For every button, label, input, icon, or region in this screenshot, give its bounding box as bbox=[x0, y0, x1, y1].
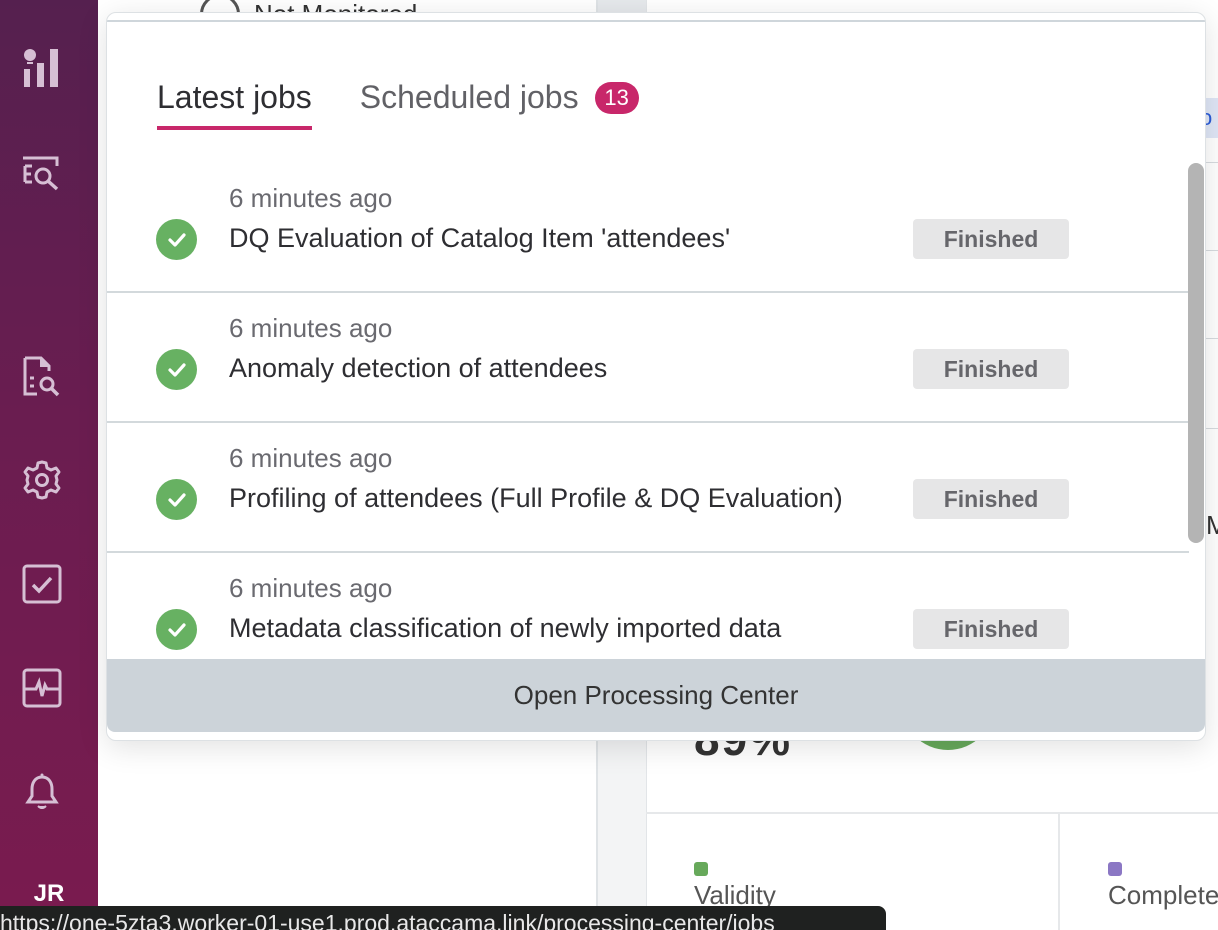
sidebar-item-catalog[interactable] bbox=[21, 152, 63, 194]
open-processing-center-button[interactable]: Open Processing Center bbox=[107, 659, 1205, 732]
job-item[interactable]: 6 minutes ago DQ Evaluation of Catalog I… bbox=[107, 163, 1189, 293]
job-time: 6 minutes ago bbox=[229, 443, 393, 473]
background-gutter-top bbox=[598, 0, 646, 12]
tab-scheduled-jobs[interactable]: Scheduled jobs 13 bbox=[360, 79, 639, 130]
jobs-list: 6 minutes ago DQ Evaluation of Catalog I… bbox=[107, 163, 1189, 683]
success-check-icon bbox=[156, 479, 197, 520]
success-check-icon bbox=[156, 219, 197, 260]
catalog-search-icon bbox=[23, 156, 59, 191]
success-check-icon bbox=[156, 349, 197, 390]
tab-scheduled-jobs-label: Scheduled jobs bbox=[359, 79, 579, 115]
legend-swatch-completeness bbox=[1108, 862, 1122, 876]
lightbulb-chart-icon bbox=[24, 49, 58, 87]
document-search-icon bbox=[23, 356, 60, 397]
job-time: 6 minutes ago bbox=[229, 183, 393, 213]
sidebar-item-settings[interactable] bbox=[21, 459, 63, 501]
job-item[interactable]: 6 minutes ago Anomaly detection of atten… bbox=[107, 293, 1189, 423]
tab-latest-jobs-label: Latest jobs bbox=[157, 79, 312, 115]
success-check-icon bbox=[156, 609, 197, 650]
job-status-badge: Finished bbox=[913, 479, 1069, 519]
section-divider bbox=[646, 812, 1218, 814]
job-time: 6 minutes ago bbox=[229, 313, 393, 343]
job-title[interactable]: Metadata classification of newly importe… bbox=[229, 613, 781, 644]
job-status-badge: Finished bbox=[913, 609, 1069, 649]
job-status-badge: Finished bbox=[913, 219, 1069, 259]
job-time: 6 minutes ago bbox=[229, 573, 393, 603]
job-title[interactable]: Anomaly detection of attendees bbox=[229, 353, 607, 384]
sidebar: JR bbox=[0, 0, 98, 930]
jobs-popup: Latest jobs Scheduled jobs 13 6 minutes … bbox=[106, 12, 1206, 741]
scheduled-jobs-count-badge: 13 bbox=[594, 81, 639, 114]
job-status-badge: Finished bbox=[913, 349, 1069, 389]
tab-latest-jobs[interactable]: Latest jobs bbox=[157, 79, 312, 130]
legend-label-completeness: Completeness bbox=[1108, 880, 1218, 910]
jobs-list-scrollbar[interactable] bbox=[1188, 163, 1204, 543]
job-title[interactable]: Profiling of attendees (Full Profile & D… bbox=[229, 483, 843, 514]
background-text-fragment: M bbox=[1206, 510, 1218, 540]
legend-swatch-validity bbox=[694, 862, 708, 876]
sidebar-item-notifications[interactable] bbox=[21, 771, 63, 813]
job-title[interactable]: DQ Evaluation of Catalog Item 'attendees… bbox=[229, 223, 730, 254]
checkbox-icon bbox=[22, 564, 62, 604]
bell-icon bbox=[25, 773, 59, 809]
jobs-tabs: Latest jobs Scheduled jobs 13 bbox=[157, 79, 639, 130]
sidebar-item-tasks[interactable] bbox=[21, 563, 63, 605]
legend-divider bbox=[1058, 814, 1060, 930]
popup-top-border bbox=[107, 20, 1205, 22]
sidebar-item-insights[interactable] bbox=[21, 47, 63, 89]
job-item[interactable]: 6 minutes ago Profiling of attendees (Fu… bbox=[107, 423, 1189, 553]
gear-icon bbox=[23, 460, 61, 500]
sidebar-item-data-quality[interactable] bbox=[21, 355, 63, 397]
sidebar-item-monitoring[interactable] bbox=[21, 667, 63, 709]
user-avatar[interactable]: JR bbox=[0, 880, 98, 908]
pulse-icon bbox=[22, 668, 62, 708]
link-url-status-bar: https://one-5zta3.worker-01-use1.prod.at… bbox=[0, 906, 886, 930]
